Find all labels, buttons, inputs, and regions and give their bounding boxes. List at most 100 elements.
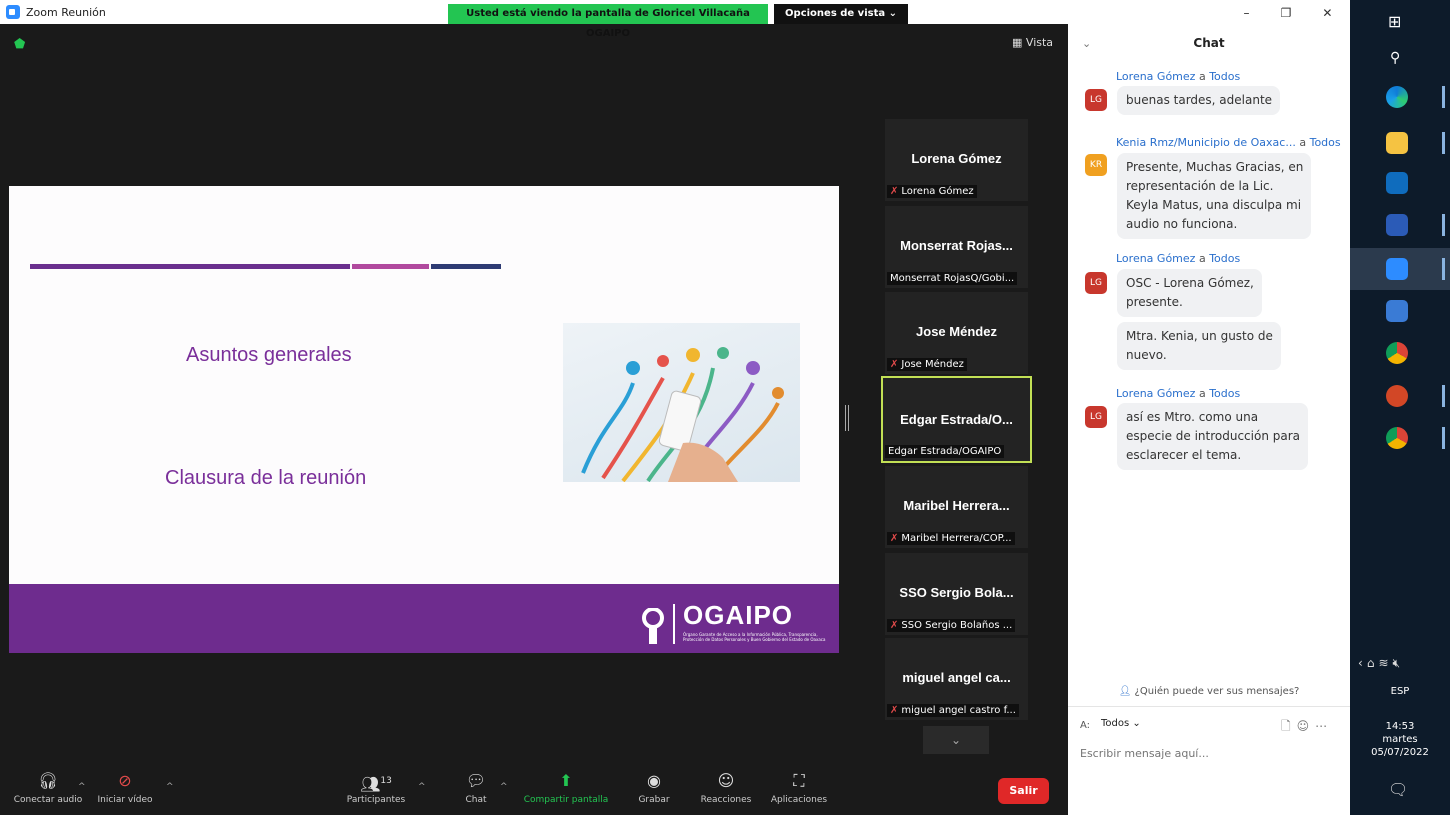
message-bubble: Mtra. Kenia, un gusto de nuevo. <box>1117 322 1281 370</box>
message-bubble: así es Mtro. como una especie de introdu… <box>1117 403 1309 470</box>
recipient-separator: a <box>1198 70 1206 83</box>
sender-name: Lorena Gómez <box>1116 387 1196 400</box>
logo-separator <box>673 604 675 644</box>
chat-tools: 🗋︎☺︎⋯ <box>1281 717 1333 738</box>
recipient-separator: a <box>1299 136 1307 149</box>
network-icon[interactable]: ⌂ <box>1367 656 1379 670</box>
volume-muted-icon[interactable]: 🔇︎ <box>1393 656 1405 670</box>
powerpoint-icon[interactable] <box>1386 385 1408 407</box>
share-screen-button[interactable]: ⬆ Compartir pantalla <box>520 771 612 806</box>
notification-center-icon[interactable]: 🗨︎ <box>1388 780 1408 799</box>
view-options-button[interactable]: Opciones de vista ⌄ <box>774 4 908 24</box>
microsoft-store-icon[interactable] <box>1386 300 1408 322</box>
show-hidden-icons-icon[interactable]: ‹ <box>1358 656 1367 670</box>
participant-tile[interactable]: Monserrat Rojas... Monserrat RojasQ/Gobi… <box>885 206 1028 288</box>
participants-caret-icon[interactable]: ^ <box>418 782 426 792</box>
zoom-app-icon <box>6 5 20 19</box>
sender-name: Kenia Rmz/Municipio de Oaxac... <box>1116 136 1296 149</box>
message-bubble: buenas tardes, adelante <box>1117 86 1281 115</box>
participant-tile[interactable]: Jose Méndez ✗ Jose Méndez <box>885 292 1028 374</box>
slide-illustration <box>563 323 800 482</box>
more-participants-chevron-icon[interactable]: ⌄ <box>923 726 989 754</box>
muted-mic-icon: ✗ <box>890 533 899 544</box>
chrome-icon[interactable] <box>1386 427 1408 449</box>
participant-tile[interactable]: Maribel Herrera... ✗ Maribel Herrera/COP.… <box>885 466 1028 548</box>
record-button[interactable]: ◉ Grabar <box>634 771 674 806</box>
chat-caret-icon[interactable]: ^ <box>500 782 508 792</box>
file-explorer-icon[interactable] <box>1386 132 1408 154</box>
security-shield-icon[interactable]: ⬟ <box>14 38 28 52</box>
message-line: OSC - Lorena Gómez, <box>1126 276 1254 290</box>
share-screen-icon: ⬆ <box>559 771 573 790</box>
slide-bar-navy <box>431 264 501 269</box>
muted-mic-icon: ✗ <box>890 186 899 197</box>
shared-screen-slide: Asuntos generales Clausura de la reunión <box>9 186 839 653</box>
chat-message-input[interactable] <box>1080 744 1336 762</box>
close-button[interactable]: ✕ <box>1322 6 1332 22</box>
mail-icon[interactable] <box>1386 172 1408 194</box>
record-icon: ◉ <box>647 771 661 790</box>
edge-browser-icon[interactable] <box>1386 86 1408 108</box>
panel-resize-handle[interactable] <box>845 405 849 431</box>
avatar: LG <box>1085 89 1107 111</box>
view-layout-button[interactable]: ▦ Vista <box>1012 36 1053 49</box>
message-sender: Lorena Gómez a Todos <box>1116 387 1240 400</box>
maximize-button[interactable]: ❐ <box>1281 6 1292 22</box>
minimize-button[interactable]: – <box>1244 6 1250 22</box>
leave-meeting-button[interactable]: Salir <box>998 778 1049 804</box>
participants-button[interactable]: 👥︎13 Participantes <box>343 772 409 805</box>
who-can-see-link[interactable]: 👤︎ ¿Quién puede ver sus mensajes? <box>1068 686 1350 697</box>
chrome-icon[interactable] <box>1386 342 1408 364</box>
participant-tile[interactable]: miguel angel ca... ✗ miguel angel castro … <box>885 638 1028 720</box>
sender-name: Lorena Gómez <box>1116 70 1196 83</box>
avatar: LG <box>1085 272 1107 294</box>
avatar: KR <box>1085 154 1107 176</box>
message-line: así es Mtro. como una <box>1126 410 1259 424</box>
meeting-toolbar: 🎧︎ Conectar audio ^ ⊘ Iniciar vídeo ^ 👥︎… <box>0 764 1068 815</box>
start-video-button[interactable]: ⊘ Iniciar vídeo <box>92 772 158 806</box>
input-language[interactable]: ESP <box>1350 686 1450 697</box>
recipient-separator: a <box>1198 252 1206 265</box>
clock[interactable]: 14:53 martes 05/07/2022 <box>1350 720 1450 759</box>
chat-divider <box>1068 706 1350 707</box>
participants-label: Participantes <box>346 795 406 805</box>
running-indicator <box>1442 258 1445 280</box>
participant-tile[interactable]: Lorena Gómez ✗ Lorena Gómez <box>885 119 1028 201</box>
chat-button[interactable]: 💬︎ Chat <box>459 772 493 806</box>
join-audio-label: Conectar audio <box>13 795 83 805</box>
search-icon[interactable]: ⚲ <box>1390 50 1400 66</box>
participants-icon: 👥︎13 <box>360 774 392 794</box>
participant-label-text: miguel angel castro f... <box>901 705 1016 716</box>
participant-label: ✗ Maribel Herrera/COP... <box>887 532 1015 545</box>
apps-button[interactable]: ⛶ Aplicaciones <box>766 772 832 806</box>
join-audio-button[interactable]: 🎧︎ Conectar audio <box>10 772 86 806</box>
window-title: Zoom Reunión <box>26 5 106 19</box>
share-screen-label: Compartir pantalla <box>523 795 609 805</box>
more-options-icon[interactable]: ⋯ <box>1315 719 1333 733</box>
file-icon[interactable]: 🗋︎ <box>1281 719 1297 733</box>
recipient-name: Todos <box>1209 252 1241 265</box>
message-line: audio no funciona. <box>1126 217 1238 231</box>
message-sender: Lorena Gómez a Todos <box>1116 70 1240 83</box>
recipient-dropdown[interactable]: Todos ⌄ <box>1096 716 1146 731</box>
muted-mic-icon: ✗ <box>890 620 899 631</box>
reactions-button[interactable]: ☺︎ Reacciones <box>696 772 756 806</box>
participant-label-text: Jose Méndez <box>901 359 964 370</box>
word-icon[interactable] <box>1386 214 1408 236</box>
message-line: especie de introducción para <box>1126 429 1301 443</box>
zoom-icon[interactable] <box>1386 258 1408 280</box>
participant-label: ✗ Jose Méndez <box>887 358 967 371</box>
participant-tile[interactable]: SSO Sergio Bola... ✗ SSO Sergio Bolaños .… <box>885 553 1028 635</box>
screen-share-banner: Usted está viendo la pantalla de Glorice… <box>448 4 768 39</box>
participant-name: Maribel Herrera... <box>903 498 1010 513</box>
participant-tile-speaking[interactable]: Edgar Estrada/O... Edgar Estrada/OGAIPO <box>881 376 1032 463</box>
ogaipo-logo-icon <box>642 608 664 644</box>
clock-time: 14:53 <box>1385 721 1415 732</box>
windows-start-icon[interactable]: ⊞ <box>1388 12 1401 31</box>
ogaipo-logo-text: OGAIPO <box>683 600 794 630</box>
wifi-icon[interactable]: ≋ <box>1378 656 1392 670</box>
audio-caret-icon[interactable]: ^ <box>78 782 86 792</box>
emoji-icon[interactable]: ☺︎ <box>1297 719 1316 733</box>
participant-label-text: Monserrat RojasQ/Gobi... <box>890 273 1015 284</box>
video-caret-icon[interactable]: ^ <box>166 782 174 792</box>
